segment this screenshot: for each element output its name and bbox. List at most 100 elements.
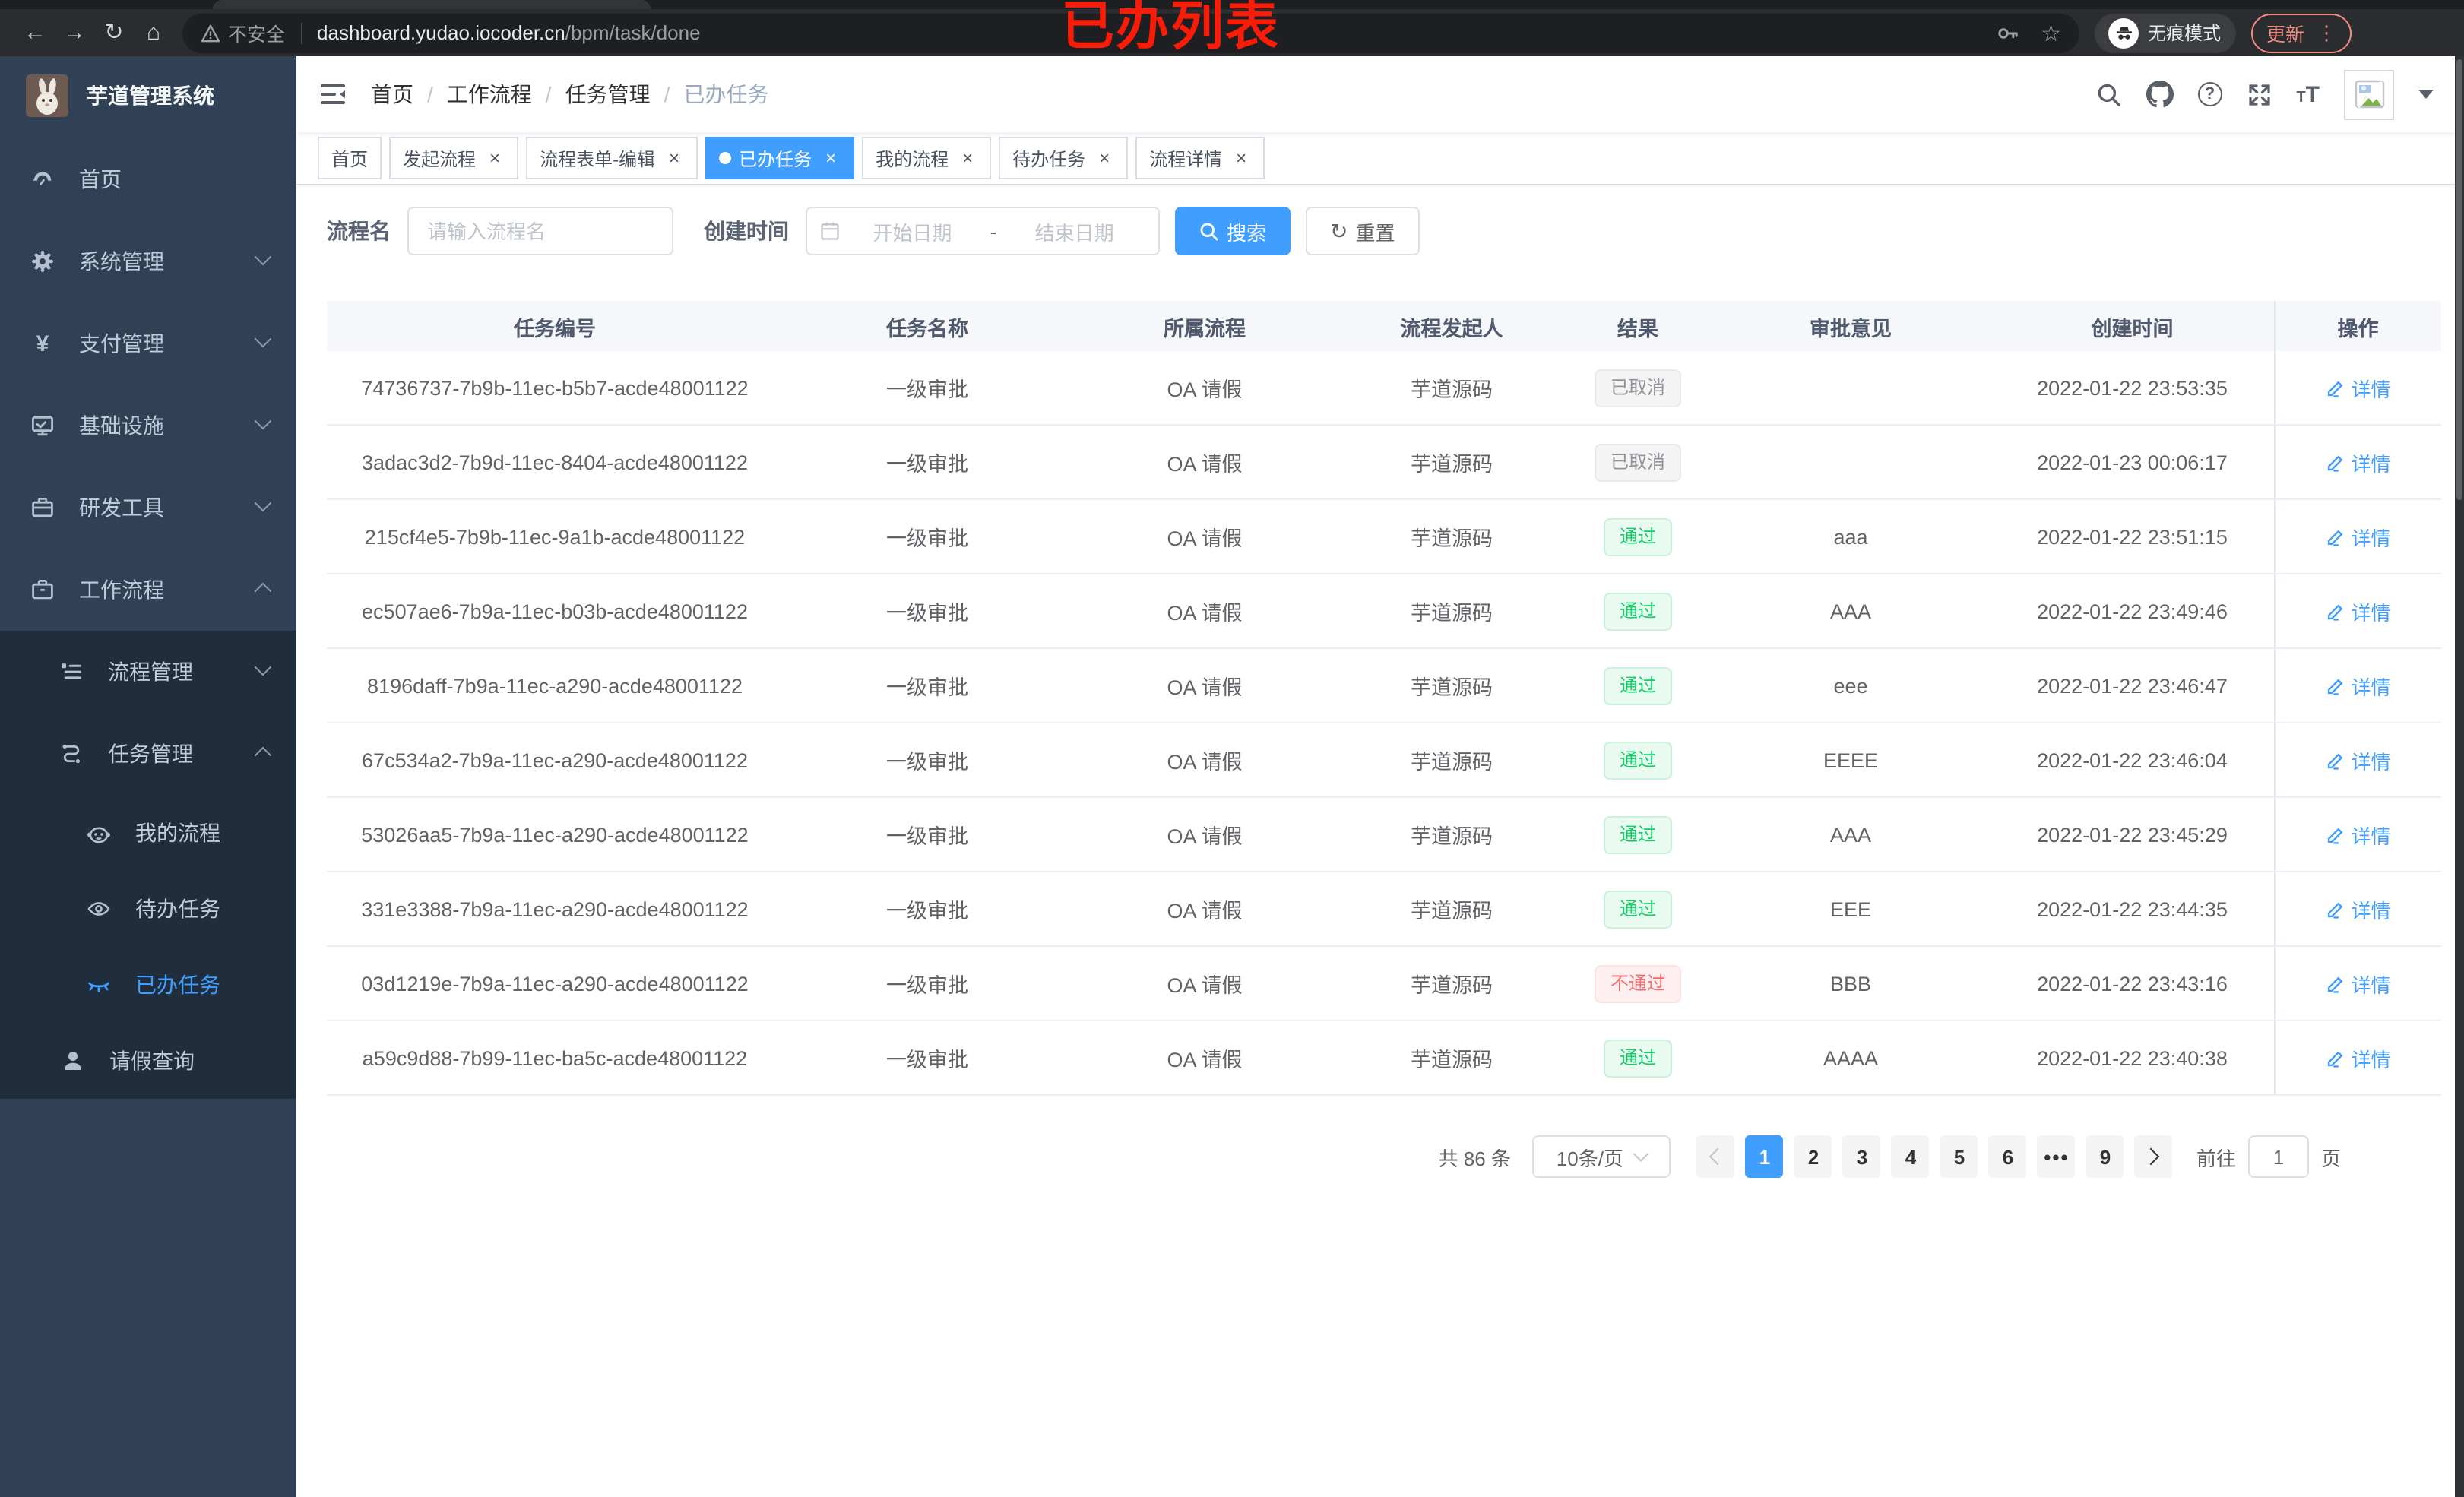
- next-page-button[interactable]: [2134, 1135, 2173, 1178]
- comment-cell: BBB: [1710, 946, 1991, 1021]
- breadcrumb-item[interactable]: 首页: [371, 79, 413, 109]
- sidebar-item-my-process[interactable]: 我的流程: [0, 795, 296, 871]
- toolbox-icon: [30, 495, 55, 520]
- chevron-down-icon: [254, 658, 272, 676]
- fullscreen-icon[interactable]: [2246, 81, 2272, 107]
- bookmark-star-icon[interactable]: ☆: [2041, 19, 2061, 46]
- detail-link[interactable]: 详情: [2325, 894, 2391, 923]
- result-cell: 通过: [1566, 723, 1710, 798]
- close-icon[interactable]: ×: [1231, 148, 1251, 168]
- detail-link[interactable]: 详情: [2325, 671, 2391, 700]
- home-icon[interactable]: ⌂: [134, 9, 173, 56]
- github-icon[interactable]: [2146, 81, 2174, 108]
- view-tab[interactable]: 流程表单-编辑 ×: [526, 137, 698, 179]
- column-header: 操作: [2273, 301, 2441, 351]
- sidebar-item-system[interactable]: 系统管理: [0, 220, 296, 302]
- chevron-down-icon: [254, 412, 272, 430]
- reset-button[interactable]: ↻ 重置: [1306, 207, 1420, 255]
- sidebar-item-workflow[interactable]: 工作流程: [0, 549, 296, 631]
- detail-link[interactable]: 详情: [2325, 820, 2391, 849]
- page-button[interactable]: 1: [1745, 1135, 1784, 1178]
- close-icon[interactable]: ×: [1094, 148, 1114, 168]
- page-button[interactable]: 6: [1988, 1135, 2027, 1178]
- sidebar-item-devtools[interactable]: 研发工具: [0, 467, 296, 549]
- result-badge: 通过: [1604, 890, 1671, 928]
- detail-link[interactable]: 详情: [2325, 597, 2391, 625]
- sidebar-toggle-icon[interactable]: [319, 82, 347, 106]
- back-icon[interactable]: ←: [15, 9, 55, 56]
- breadcrumb-item[interactable]: 任务管理: [565, 79, 651, 109]
- detail-link[interactable]: 详情: [2325, 745, 2391, 774]
- sidebar-item-done-tasks[interactable]: 已办任务: [0, 947, 296, 1023]
- eye-icon: [87, 897, 111, 921]
- detail-link[interactable]: 详情: [2325, 373, 2391, 402]
- sidebar-item-process-mgmt[interactable]: 流程管理: [0, 631, 296, 713]
- page-button[interactable]: 4: [1891, 1135, 1930, 1178]
- chevron-down-icon[interactable]: [2418, 90, 2434, 99]
- view-tab[interactable]: 首页: [318, 137, 382, 179]
- avatar[interactable]: [2344, 69, 2394, 119]
- goto-page-input[interactable]: [2247, 1135, 2309, 1178]
- table-row: 3adac3d2-7b9d-11ec-8404-acde48001122 一级审…: [327, 425, 2441, 500]
- view-tab[interactable]: 发起流程 ×: [389, 137, 519, 179]
- not-secure-label[interactable]: 不安全: [228, 18, 285, 47]
- result-badge: 已取消: [1595, 443, 1680, 481]
- result-cell: 不通过: [1566, 946, 1710, 1021]
- scrollbar-thumb[interactable]: [2456, 59, 2462, 500]
- sidebar-item-task-mgmt[interactable]: 任务管理: [0, 713, 296, 795]
- view-tab[interactable]: 流程详情 ×: [1135, 137, 1265, 179]
- view-tab[interactable]: 待办任务 ×: [999, 137, 1129, 179]
- starter-cell: 芋道源码: [1338, 872, 1566, 947]
- sidebar-item-label: 研发工具: [79, 495, 164, 520]
- page-button[interactable]: 2: [1794, 1135, 1832, 1178]
- starter-cell: 芋道源码: [1338, 351, 1566, 426]
- search-icon[interactable]: [2095, 81, 2121, 107]
- help-icon[interactable]: ?: [2197, 82, 2222, 106]
- reload-icon[interactable]: ↻: [94, 9, 134, 56]
- page-size-select[interactable]: 10条/页: [1531, 1135, 1671, 1178]
- result-cell: 已取消: [1566, 351, 1710, 426]
- starter-cell: 芋道源码: [1338, 797, 1566, 872]
- process-cell: OA 请假: [1072, 574, 1338, 649]
- page-button[interactable]: •••: [2037, 1135, 2076, 1178]
- sidebar-item-infra[interactable]: 基础设施: [0, 385, 296, 467]
- search-button[interactable]: 搜索: [1175, 207, 1291, 255]
- close-icon[interactable]: ×: [664, 148, 684, 168]
- action-cell: 详情: [2273, 574, 2441, 649]
- view-tab[interactable]: 我的流程 ×: [862, 137, 992, 179]
- table-row: 53026aa5-7b9a-11ec-a290-acde48001122 一级审…: [327, 797, 2441, 872]
- detail-link[interactable]: 详情: [2325, 448, 2391, 476]
- breadcrumb-item[interactable]: 工作流程: [447, 79, 532, 109]
- view-tab[interactable]: 已办任务 ×: [705, 137, 855, 179]
- start-date-placeholder[interactable]: 开始日期: [841, 217, 984, 245]
- password-key-icon[interactable]: [1995, 21, 2019, 45]
- browser-tab[interactable]: [213, 0, 651, 9]
- page-button[interactable]: 3: [1842, 1135, 1881, 1178]
- close-icon[interactable]: ×: [958, 148, 977, 168]
- close-icon[interactable]: ×: [821, 148, 841, 168]
- detail-link[interactable]: 详情: [2325, 522, 2391, 551]
- starter-cell: 芋道源码: [1338, 1021, 1566, 1096]
- sidebar-item-home[interactable]: 首页: [0, 138, 296, 220]
- edit-pencil-icon: [2327, 529, 2342, 546]
- page-button[interactable]: 9: [2086, 1135, 2124, 1178]
- page-scrollbar[interactable]: [2455, 56, 2464, 1497]
- font-size-icon[interactable]: TT: [2296, 81, 2320, 107]
- chevron-right-icon: [2143, 1147, 2161, 1166]
- browser-menu-icon[interactable]: ⋮: [2317, 21, 2336, 45]
- date-range-picker[interactable]: 开始日期 - 结束日期: [806, 207, 1160, 255]
- browser-update-button[interactable]: 更新 ⋮: [2251, 13, 2352, 52]
- forward-icon[interactable]: →: [55, 9, 94, 56]
- close-icon[interactable]: ×: [485, 148, 505, 168]
- prev-page-button[interactable]: [1696, 1135, 1735, 1178]
- sidebar-item-payment[interactable]: ¥ 支付管理: [0, 302, 296, 385]
- detail-link[interactable]: 详情: [2325, 1043, 2391, 1072]
- screen: ← → ↻ ⌂ 不安全 dashboard.yudao.iocoder.cn/b…: [0, 0, 2464, 1497]
- end-date-placeholder[interactable]: 结束日期: [1002, 217, 1146, 245]
- sidebar-item-todo-tasks[interactable]: 待办任务: [0, 871, 296, 947]
- page-button[interactable]: 5: [1940, 1135, 1978, 1178]
- chevron-down-icon: [254, 248, 272, 266]
- detail-link[interactable]: 详情: [2325, 969, 2391, 998]
- process-name-input[interactable]: [407, 207, 673, 255]
- sidebar-item-leave-query[interactable]: 请假查询: [0, 1023, 296, 1099]
